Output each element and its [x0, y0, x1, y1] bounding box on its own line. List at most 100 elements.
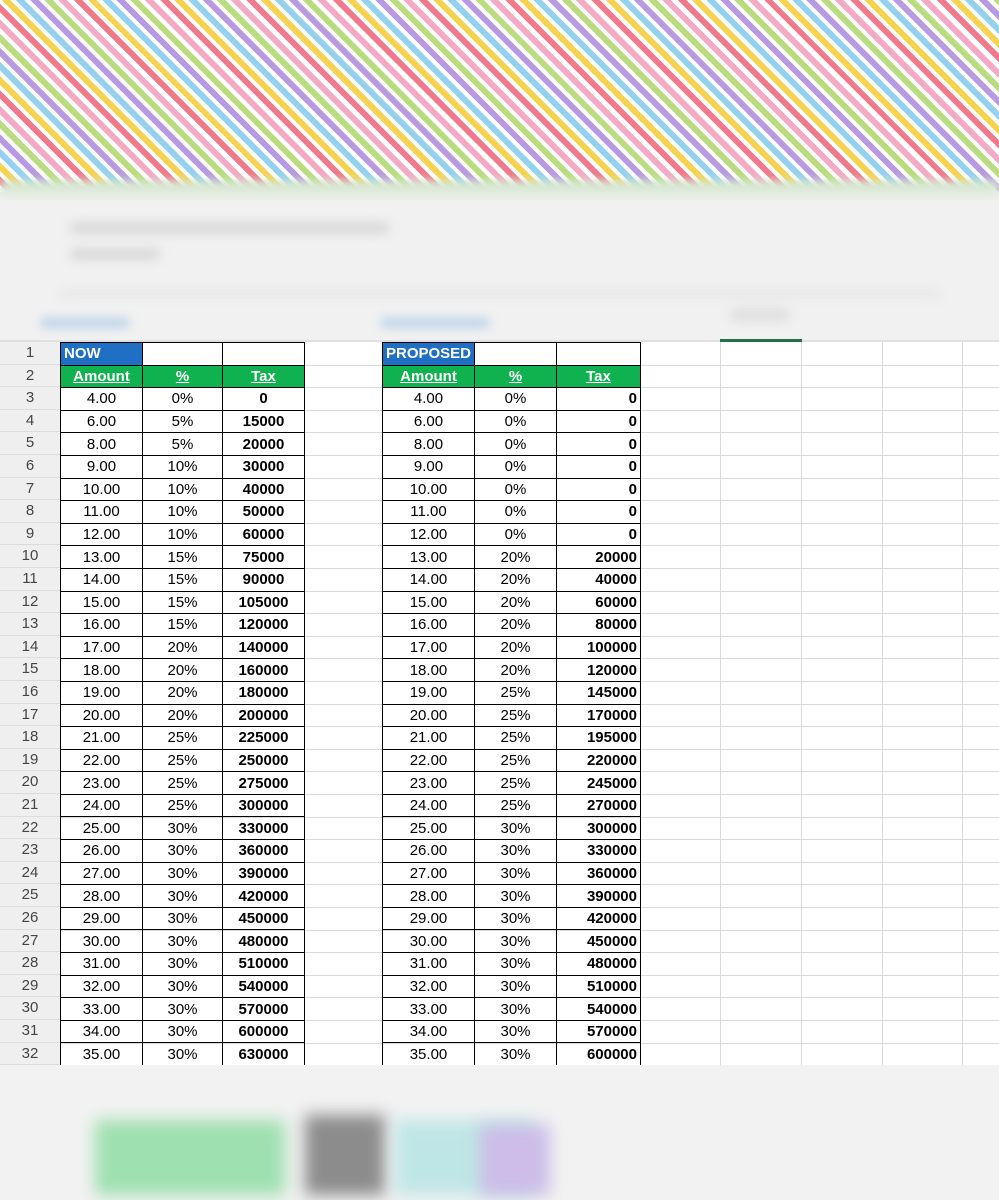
percent-cell[interactable]: 10%: [142, 500, 223, 524]
percent-cell[interactable]: 20%: [142, 703, 223, 728]
amount-cell[interactable]: 24.00: [382, 793, 475, 818]
row-header[interactable]: 15: [0, 658, 60, 681]
percent-cell[interactable]: 20%: [474, 567, 557, 592]
percent-cell[interactable]: 25%: [474, 703, 557, 728]
tax-cell[interactable]: 480000: [222, 929, 305, 954]
tax-cell[interactable]: 140000: [222, 635, 305, 660]
percent-cell[interactable]: 0%: [474, 454, 557, 479]
row-header[interactable]: 24: [0, 861, 60, 885]
tax-cell[interactable]: 390000: [556, 884, 641, 908]
amount-cell[interactable]: 6.00: [60, 409, 143, 434]
row-header[interactable]: 12: [0, 590, 60, 614]
percent-cell[interactable]: 25%: [142, 771, 223, 795]
tax-cell[interactable]: 90000: [222, 567, 305, 592]
row-header[interactable]: 9: [0, 522, 60, 546]
percent-cell[interactable]: 30%: [474, 974, 557, 999]
amount-cell[interactable]: 15.00: [60, 590, 143, 615]
tax-cell[interactable]: 225000: [222, 726, 305, 750]
percent-cell[interactable]: 20%: [142, 680, 223, 705]
tax-cell[interactable]: 570000: [556, 1019, 641, 1044]
amount-cell[interactable]: 9.00: [60, 454, 143, 479]
tax-cell[interactable]: 300000: [222, 793, 305, 818]
row-header[interactable]: 18: [0, 726, 60, 749]
tax-cell[interactable]: 40000: [222, 477, 305, 502]
amount-cell[interactable]: 31.00: [382, 952, 475, 976]
percent-cell[interactable]: 30%: [142, 906, 223, 931]
amount-cell[interactable]: 23.00: [382, 771, 475, 795]
percent-cell[interactable]: 30%: [474, 1019, 557, 1044]
amount-cell[interactable]: 28.00: [60, 884, 143, 908]
row-header[interactable]: 5: [0, 432, 60, 455]
tax-cell[interactable]: 600000: [556, 1042, 641, 1066]
amount-cell[interactable]: 17.00: [382, 635, 475, 660]
amount-header[interactable]: Amount: [382, 364, 475, 389]
percent-cell[interactable]: 30%: [142, 884, 223, 908]
percent-cell[interactable]: 15%: [142, 590, 223, 615]
tax-cell[interactable]: 80000: [556, 613, 641, 637]
percent-cell[interactable]: 5%: [142, 432, 223, 456]
percent-cell[interactable]: 20%: [474, 635, 557, 660]
tax-cell[interactable]: 300000: [556, 816, 641, 841]
amount-cell[interactable]: 4.00: [382, 387, 475, 411]
tax-cell[interactable]: 20000: [222, 432, 305, 456]
amount-cell[interactable]: 27.00: [60, 861, 143, 886]
amount-cell[interactable]: 15.00: [382, 590, 475, 615]
row-header[interactable]: 16: [0, 681, 60, 704]
amount-cell[interactable]: 17.00: [60, 635, 143, 660]
amount-cell[interactable]: 21.00: [60, 726, 143, 750]
percent-cell[interactable]: 30%: [474, 997, 557, 1021]
amount-cell[interactable]: 31.00: [60, 952, 143, 976]
percent-cell[interactable]: 20%: [474, 658, 557, 682]
tax-cell[interactable]: 100000: [556, 635, 641, 660]
tax-cell[interactable]: 540000: [556, 997, 641, 1021]
row-header[interactable]: 27: [0, 929, 60, 953]
row-header[interactable]: 31: [0, 1020, 60, 1043]
tax-cell[interactable]: 200000: [222, 703, 305, 728]
percent-cell[interactable]: 30%: [474, 952, 557, 976]
percent-cell[interactable]: 30%: [474, 884, 557, 908]
amount-cell[interactable]: 14.00: [382, 567, 475, 592]
row-header[interactable]: 1: [0, 342, 60, 365]
empty-cell[interactable]: [474, 342, 557, 366]
amount-cell[interactable]: 8.00: [60, 432, 143, 456]
amount-cell[interactable]: 25.00: [60, 816, 143, 841]
amount-cell[interactable]: 16.00: [382, 613, 475, 637]
percent-cell[interactable]: 0%: [474, 387, 557, 411]
tax-cell[interactable]: 360000: [556, 861, 641, 886]
percent-header[interactable]: %: [474, 364, 557, 389]
amount-cell[interactable]: 13.00: [382, 545, 475, 569]
row-header[interactable]: 14: [0, 635, 60, 659]
percent-cell[interactable]: 25%: [142, 748, 223, 773]
amount-cell[interactable]: 29.00: [382, 906, 475, 931]
empty-cell[interactable]: [142, 342, 223, 366]
row-header[interactable]: 26: [0, 907, 60, 930]
empty-cell[interactable]: [556, 342, 641, 366]
tax-cell[interactable]: 105000: [222, 590, 305, 615]
percent-cell[interactable]: 25%: [474, 748, 557, 773]
tax-cell[interactable]: 0: [556, 500, 641, 524]
amount-cell[interactable]: 10.00: [60, 477, 143, 502]
amount-cell[interactable]: 30.00: [382, 929, 475, 954]
amount-cell[interactable]: 34.00: [60, 1019, 143, 1044]
tax-cell[interactable]: 510000: [556, 974, 641, 999]
amount-cell[interactable]: 26.00: [60, 839, 143, 863]
amount-cell[interactable]: 30.00: [60, 929, 143, 954]
percent-cell[interactable]: 10%: [142, 522, 223, 547]
percent-cell[interactable]: 10%: [142, 454, 223, 479]
amount-cell[interactable]: 29.00: [60, 906, 143, 931]
amount-cell[interactable]: 9.00: [382, 454, 475, 479]
row-header[interactable]: 2: [0, 364, 60, 388]
row-header[interactable]: 13: [0, 613, 60, 636]
now-title-cell[interactable]: NOW: [60, 342, 143, 366]
percent-cell[interactable]: 20%: [474, 545, 557, 569]
tax-cell[interactable]: 450000: [556, 929, 641, 954]
tax-cell[interactable]: 330000: [222, 816, 305, 841]
amount-cell[interactable]: 32.00: [60, 974, 143, 999]
amount-cell[interactable]: 20.00: [382, 703, 475, 728]
amount-cell[interactable]: 18.00: [382, 658, 475, 682]
amount-cell[interactable]: 26.00: [382, 839, 475, 863]
tax-cell[interactable]: 270000: [556, 793, 641, 818]
empty-cell[interactable]: [222, 342, 305, 366]
tax-cell[interactable]: 170000: [556, 703, 641, 728]
amount-cell[interactable]: 19.00: [382, 680, 475, 705]
